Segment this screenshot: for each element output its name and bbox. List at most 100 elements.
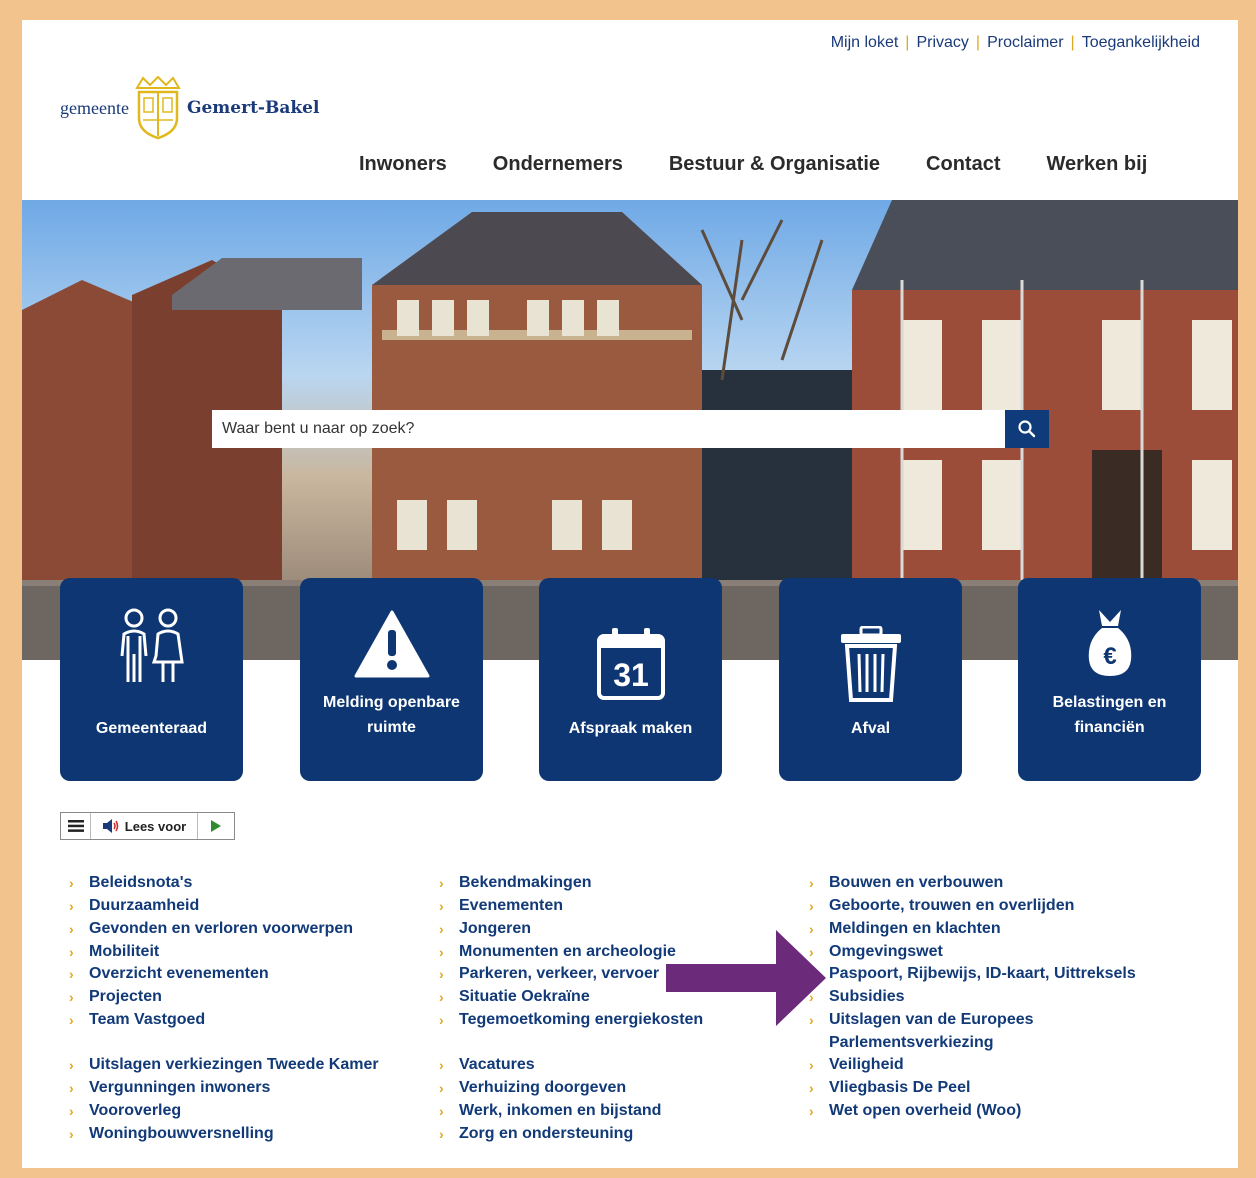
list-item[interactable]: › Vliegbasis De Peel: [809, 1077, 970, 1099]
nav-inwoners[interactable]: Inwoners: [359, 153, 447, 176]
list-item[interactable]: › Omgevingswet: [809, 941, 943, 963]
list-item[interactable]: › Beleidsnota's: [69, 872, 192, 894]
play-icon: [211, 820, 221, 832]
read-aloud-toolbar: Lees voor: [60, 812, 235, 840]
nav-contact[interactable]: Contact: [926, 153, 1000, 176]
list-item[interactable]: › Situatie Oekraïne: [439, 986, 590, 1008]
list-item[interactable]: › Monumenten en archeologie: [439, 941, 676, 963]
tile-melding-openbare-ruimte[interactable]: Melding openbare ruimte: [300, 578, 483, 781]
list-item[interactable]: › Woningbouwversnelling: [69, 1123, 274, 1145]
calendar-day-number: 31: [613, 657, 649, 693]
warning-icon: [354, 610, 429, 678]
chevron-right-icon: ›: [69, 1126, 74, 1142]
search-bar: [212, 410, 1049, 448]
list-item[interactable]: › Uitslagen verkiezingen Tweede Kamer: [69, 1054, 379, 1076]
chevron-right-icon: ›: [69, 1103, 74, 1119]
chevron-right-icon: ›: [439, 1080, 444, 1096]
crest-icon: [135, 76, 181, 140]
list-item[interactable]: › Overzicht evenementen: [69, 963, 269, 985]
list-item[interactable]: › Parkeren, verkeer, vervoer: [439, 963, 659, 985]
search-icon: [1018, 420, 1036, 438]
search-button[interactable]: [1005, 410, 1049, 448]
tile-belastingen-en-financien[interactable]: € Belastingen en financiën: [1018, 578, 1201, 781]
euro-symbol: €: [1103, 643, 1116, 670]
site-logo[interactable]: gemeente Gemert-Bakel: [60, 76, 319, 140]
read-aloud-label: Lees voor: [124, 818, 187, 834]
tile-afspraak-maken[interactable]: 31 Afspraak maken: [539, 578, 722, 781]
page: Mijn loket | Privacy | Proclaimer | Toegankeli…: [22, 20, 1238, 1168]
list-item[interactable]: › Subsidies: [809, 986, 905, 1008]
chevron-right-icon: ›: [439, 1126, 444, 1142]
list-item[interactable]: › Wet open overheid (Woo): [809, 1100, 1021, 1122]
chevron-right-icon: ›: [69, 1012, 74, 1028]
chevron-right-icon: ›: [439, 898, 444, 914]
list-item[interactable]: › Mobiliteit: [69, 941, 159, 963]
list-item[interactable]: › Meldingen en klachten: [809, 918, 1001, 940]
chevron-right-icon: ›: [69, 989, 74, 1005]
logo-word-gemert-bakel: Gemert-Bakel: [186, 98, 320, 118]
chevron-right-icon: ›: [809, 1057, 814, 1073]
chevron-right-icon: ›: [439, 1103, 444, 1119]
list-item[interactable]: ›Paspoort, Rijbewijs, ID-kaart, Uittreks…: [809, 963, 1136, 985]
chevron-right-icon: ›: [69, 944, 74, 960]
link-privacy[interactable]: Privacy: [916, 34, 968, 51]
list-item[interactable]: › Vergunningen inwoners: [69, 1077, 270, 1099]
chevron-right-icon: ›: [439, 921, 444, 937]
trash-bin-icon: [840, 626, 901, 702]
chevron-right-icon: ›: [69, 875, 74, 891]
top-links: Mijn loket | Privacy | Proclaimer | Toegankeli…: [830, 34, 1200, 51]
list-item[interactable]: › Bouwen en verbouwen: [809, 872, 1003, 894]
main-nav: Inwoners Ondernemers Bestuur & Organisat…: [359, 153, 1193, 176]
read-aloud-button[interactable]: Lees voor: [91, 813, 198, 839]
list-item[interactable]: › Vacatures: [439, 1054, 535, 1076]
list-item[interactable]: › Bekendmakingen: [439, 872, 591, 894]
tile-label: Belastingen en financiën: [1052, 694, 1167, 736]
chevron-right-icon: ›: [439, 1057, 444, 1073]
chevron-right-icon: ›: [809, 875, 814, 891]
people-icon: [120, 608, 184, 682]
chevron-right-icon: ›: [69, 966, 74, 982]
tile-label: Afspraak maken: [568, 720, 693, 737]
tile-gemeenteraad[interactable]: Gemeenteraad: [60, 578, 243, 781]
link-toegankelijkheid[interactable]: Toegankelijkheid: [1082, 34, 1200, 51]
chevron-right-icon: ›: [439, 1012, 444, 1028]
nav-bestuur-organisatie[interactable]: Bestuur & Organisatie: [669, 153, 880, 176]
chevron-right-icon: ›: [439, 989, 444, 1005]
list-item[interactable]: › Veiligheid: [809, 1054, 904, 1076]
list-item[interactable]: › Projecten: [69, 986, 162, 1008]
link-mijn-loket[interactable]: Mijn loket: [831, 34, 899, 51]
list-item-continuation[interactable]: Parlementsverkiezing: [829, 1032, 994, 1054]
list-item[interactable]: › Evenementen: [439, 895, 563, 917]
nav-werken-bij[interactable]: Werken bij: [1046, 153, 1147, 176]
chevron-right-icon: ›: [809, 898, 814, 914]
tile-label: Afval: [850, 720, 891, 737]
search-input[interactable]: [212, 410, 1005, 448]
chevron-right-icon: ›: [69, 1080, 74, 1096]
calendar-icon: 31: [596, 628, 665, 700]
chevron-right-icon: ›: [439, 875, 444, 891]
money-bag-icon: €: [1088, 610, 1131, 676]
list-item[interactable]: › Jongeren: [439, 918, 531, 940]
list-item[interactable]: › Team Vastgoed: [69, 1009, 205, 1031]
speaker-icon: [102, 819, 119, 833]
chevron-right-icon: ›: [439, 944, 444, 960]
list-item[interactable]: › Verhuizing doorgeven: [439, 1077, 626, 1099]
chevron-right-icon: ›: [69, 1057, 74, 1073]
list-item[interactable]: › Vooroverleg: [69, 1100, 181, 1122]
read-aloud-menu-button[interactable]: [61, 813, 91, 839]
list-item[interactable]: › Zorg en ondersteuning: [439, 1123, 633, 1145]
list-item[interactable]: › Gevonden en verloren voorwerpen: [69, 918, 353, 940]
annotation-arrow-icon: [666, 930, 826, 1026]
list-item[interactable]: › Werk, inkomen en bijstand: [439, 1100, 661, 1122]
logo-word-gemeente: gemeente: [60, 97, 129, 118]
chevron-right-icon: ›: [69, 898, 74, 914]
nav-ondernemers[interactable]: Ondernemers: [493, 153, 623, 176]
list-item[interactable]: › Geboorte, trouwen en overlijden: [809, 895, 1074, 917]
tile-afval[interactable]: Afval: [779, 578, 962, 781]
menu-icon: [67, 820, 84, 832]
list-item[interactable]: › Uitslagen van de Europees: [809, 1009, 1034, 1031]
play-button[interactable]: [198, 813, 234, 839]
list-item[interactable]: › Duurzaamheid: [69, 895, 199, 917]
chevron-right-icon: ›: [439, 966, 444, 982]
link-proclaimer[interactable]: Proclaimer: [987, 34, 1063, 51]
